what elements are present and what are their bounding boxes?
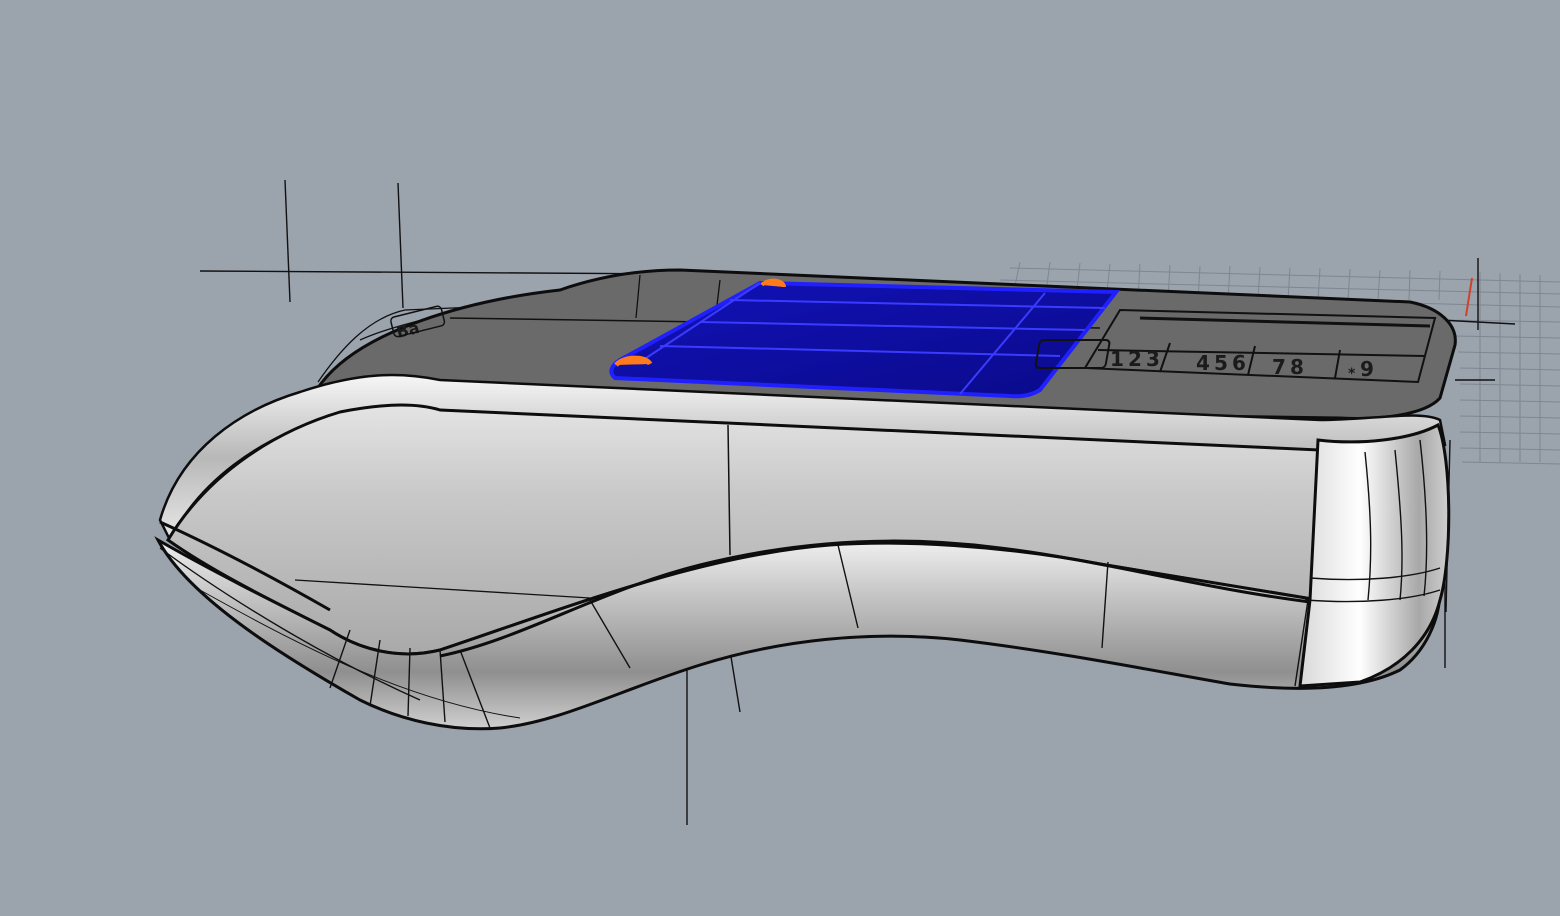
key-2[interactable]: 2 <box>1128 347 1142 371</box>
key-4[interactable]: 4 <box>1196 351 1210 375</box>
key-6[interactable]: 6 <box>1232 351 1246 375</box>
key-9[interactable]: 9 <box>1360 357 1374 381</box>
key-1[interactable]: 1 <box>1110 347 1124 371</box>
key-7[interactable]: 7 <box>1272 355 1286 379</box>
x-axis-indicator <box>1465 277 1473 317</box>
key-8[interactable]: 8 <box>1290 355 1304 379</box>
key-star[interactable]: * <box>1348 366 1356 382</box>
rhino-perspective-viewport[interactable]: Ba 1 2 3 4 5 6 7 8 9 * <box>0 0 1560 916</box>
viewport-canvas[interactable]: Ba 1 2 3 4 5 6 7 8 9 * <box>0 0 1560 916</box>
control-point-left[interactable] <box>614 355 653 367</box>
key-3[interactable]: 3 <box>1146 347 1160 371</box>
key-5[interactable]: 5 <box>1214 351 1228 375</box>
